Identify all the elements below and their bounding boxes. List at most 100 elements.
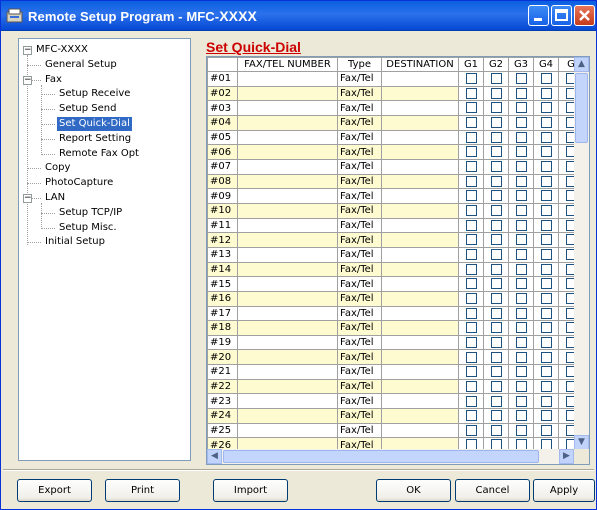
destination-cell[interactable] <box>381 305 459 322</box>
group-checkbox[interactable] <box>465 292 477 304</box>
group-checkbox[interactable] <box>540 102 552 114</box>
tree-collapse-icon[interactable]: − <box>23 46 32 55</box>
group-checkbox[interactable] <box>540 366 552 378</box>
group-checkbox[interactable] <box>490 395 502 407</box>
group-checkbox[interactable] <box>490 424 502 436</box>
group-checkbox[interactable] <box>515 73 527 85</box>
group-checkbox[interactable] <box>490 117 502 129</box>
group-checkbox[interactable] <box>515 292 527 304</box>
group-checkbox[interactable] <box>515 234 527 246</box>
group-checkbox[interactable] <box>465 102 477 114</box>
type-cell[interactable]: Fax/Tel <box>337 158 382 175</box>
table-row[interactable]: #10 Fax/Tel <box>207 202 584 219</box>
type-cell[interactable]: Fax/Tel <box>337 334 382 351</box>
destination-cell[interactable] <box>381 422 459 439</box>
group-checkbox[interactable] <box>465 204 477 216</box>
group-checkbox[interactable] <box>515 102 527 114</box>
fax-tel-number-cell[interactable] <box>237 305 338 322</box>
table-row[interactable]: #01 Fax/Tel <box>207 71 584 87</box>
table-row[interactable]: #04 Fax/Tel <box>207 114 584 131</box>
fax-tel-number-cell[interactable] <box>237 261 338 278</box>
table-row[interactable]: #07 Fax/Tel <box>207 158 584 175</box>
type-cell[interactable]: Fax/Tel <box>337 129 382 146</box>
type-cell[interactable]: Fax/Tel <box>337 276 382 292</box>
table-row[interactable]: #11 Fax/Tel <box>207 217 584 234</box>
table-row[interactable]: #08 Fax/Tel <box>207 173 584 190</box>
group-checkbox[interactable] <box>540 146 552 158</box>
group-checkbox[interactable] <box>465 380 477 392</box>
fax-tel-number-cell[interactable] <box>237 290 338 307</box>
type-cell[interactable]: Fax/Tel <box>337 378 382 395</box>
quick-dial-grid[interactable]: FAX/TEL NUMBER Type DESTINATION G1 G2 G3 G4 G #… <box>206 56 590 465</box>
fax-tel-number-cell[interactable] <box>237 408 338 424</box>
tree-root[interactable]: MFC-XXXX <box>34 43 90 57</box>
group-checkbox[interactable] <box>465 336 477 348</box>
type-cell[interactable]: Fax/Tel <box>337 173 382 190</box>
group-checkbox[interactable] <box>515 219 527 231</box>
type-cell[interactable]: Fax/Tel <box>337 217 382 234</box>
destination-cell[interactable] <box>381 261 459 278</box>
group-checkbox[interactable] <box>540 307 552 319</box>
vertical-scrollbar[interactable]: ▲ ▼ <box>574 57 589 450</box>
destination-cell[interactable] <box>381 100 459 116</box>
group-checkbox[interactable] <box>490 410 502 422</box>
destination-cell[interactable] <box>381 378 459 395</box>
group-checkbox[interactable] <box>540 87 552 99</box>
group-checkbox[interactable] <box>490 146 502 158</box>
destination-cell[interactable] <box>381 144 459 160</box>
type-cell[interactable]: Fax/Tel <box>337 364 382 380</box>
tree-item-initial-setup[interactable]: Initial Setup <box>43 235 107 249</box>
group-checkbox[interactable] <box>465 263 477 275</box>
group-checkbox[interactable] <box>540 73 552 85</box>
destination-cell[interactable] <box>381 408 459 424</box>
fax-tel-number-cell[interactable] <box>237 188 338 204</box>
type-cell[interactable]: Fax/Tel <box>337 232 382 248</box>
group-checkbox[interactable] <box>540 424 552 436</box>
group-checkbox[interactable] <box>515 161 527 173</box>
destination-cell[interactable] <box>381 173 459 190</box>
group-checkbox[interactable] <box>540 234 552 246</box>
table-row[interactable]: #19 Fax/Tel <box>207 334 584 351</box>
print-button[interactable]: Print <box>105 479 180 502</box>
fax-tel-number-cell[interactable] <box>237 71 338 87</box>
destination-cell[interactable] <box>381 188 459 204</box>
group-checkbox[interactable] <box>515 263 527 275</box>
group-checkbox[interactable] <box>540 292 552 304</box>
fax-tel-number-cell[interactable] <box>237 202 338 219</box>
type-cell[interactable]: Fax/Tel <box>337 393 382 410</box>
destination-cell[interactable] <box>381 217 459 234</box>
group-checkbox[interactable] <box>465 424 477 436</box>
group-checkbox[interactable] <box>490 322 502 334</box>
fax-tel-number-cell[interactable] <box>237 85 338 102</box>
export-button[interactable]: Export <box>17 479 92 502</box>
destination-cell[interactable] <box>381 349 459 366</box>
group-checkbox[interactable] <box>515 146 527 158</box>
type-cell[interactable]: Fax/Tel <box>337 71 382 87</box>
fax-tel-number-cell[interactable] <box>237 349 338 366</box>
tree-item-copy[interactable]: Copy <box>43 161 72 175</box>
fax-tel-number-cell[interactable] <box>237 334 338 351</box>
fax-tel-number-cell[interactable] <box>237 364 338 380</box>
tree-item-remote-fax-opt[interactable]: Remote Fax Opt <box>57 147 141 161</box>
group-checkbox[interactable] <box>465 322 477 334</box>
destination-cell[interactable] <box>381 334 459 351</box>
table-row[interactable]: #06 Fax/Tel <box>207 144 584 160</box>
group-checkbox[interactable] <box>465 351 477 363</box>
group-checkbox[interactable] <box>465 234 477 246</box>
group-checkbox[interactable] <box>540 204 552 216</box>
fax-tel-number-cell[interactable] <box>237 422 338 439</box>
group-checkbox[interactable] <box>515 366 527 378</box>
fax-tel-number-cell[interactable] <box>237 144 338 160</box>
fax-tel-number-cell[interactable] <box>237 246 338 263</box>
fax-tel-number-cell[interactable] <box>237 129 338 146</box>
group-checkbox[interactable] <box>490 307 502 319</box>
tree-item-setup-tcp-ip[interactable]: Setup TCP/IP <box>57 206 124 220</box>
group-checkbox[interactable] <box>540 351 552 363</box>
fax-tel-number-cell[interactable] <box>237 114 338 131</box>
table-row[interactable]: #23 Fax/Tel <box>207 393 584 410</box>
tree-collapse-icon[interactable]: − <box>23 194 32 203</box>
table-row[interactable]: #15 Fax/Tel <box>207 276 584 292</box>
destination-cell[interactable] <box>381 158 459 175</box>
tree-item-lan[interactable]: LAN <box>43 191 67 205</box>
table-row[interactable]: #12 Fax/Tel <box>207 232 584 248</box>
